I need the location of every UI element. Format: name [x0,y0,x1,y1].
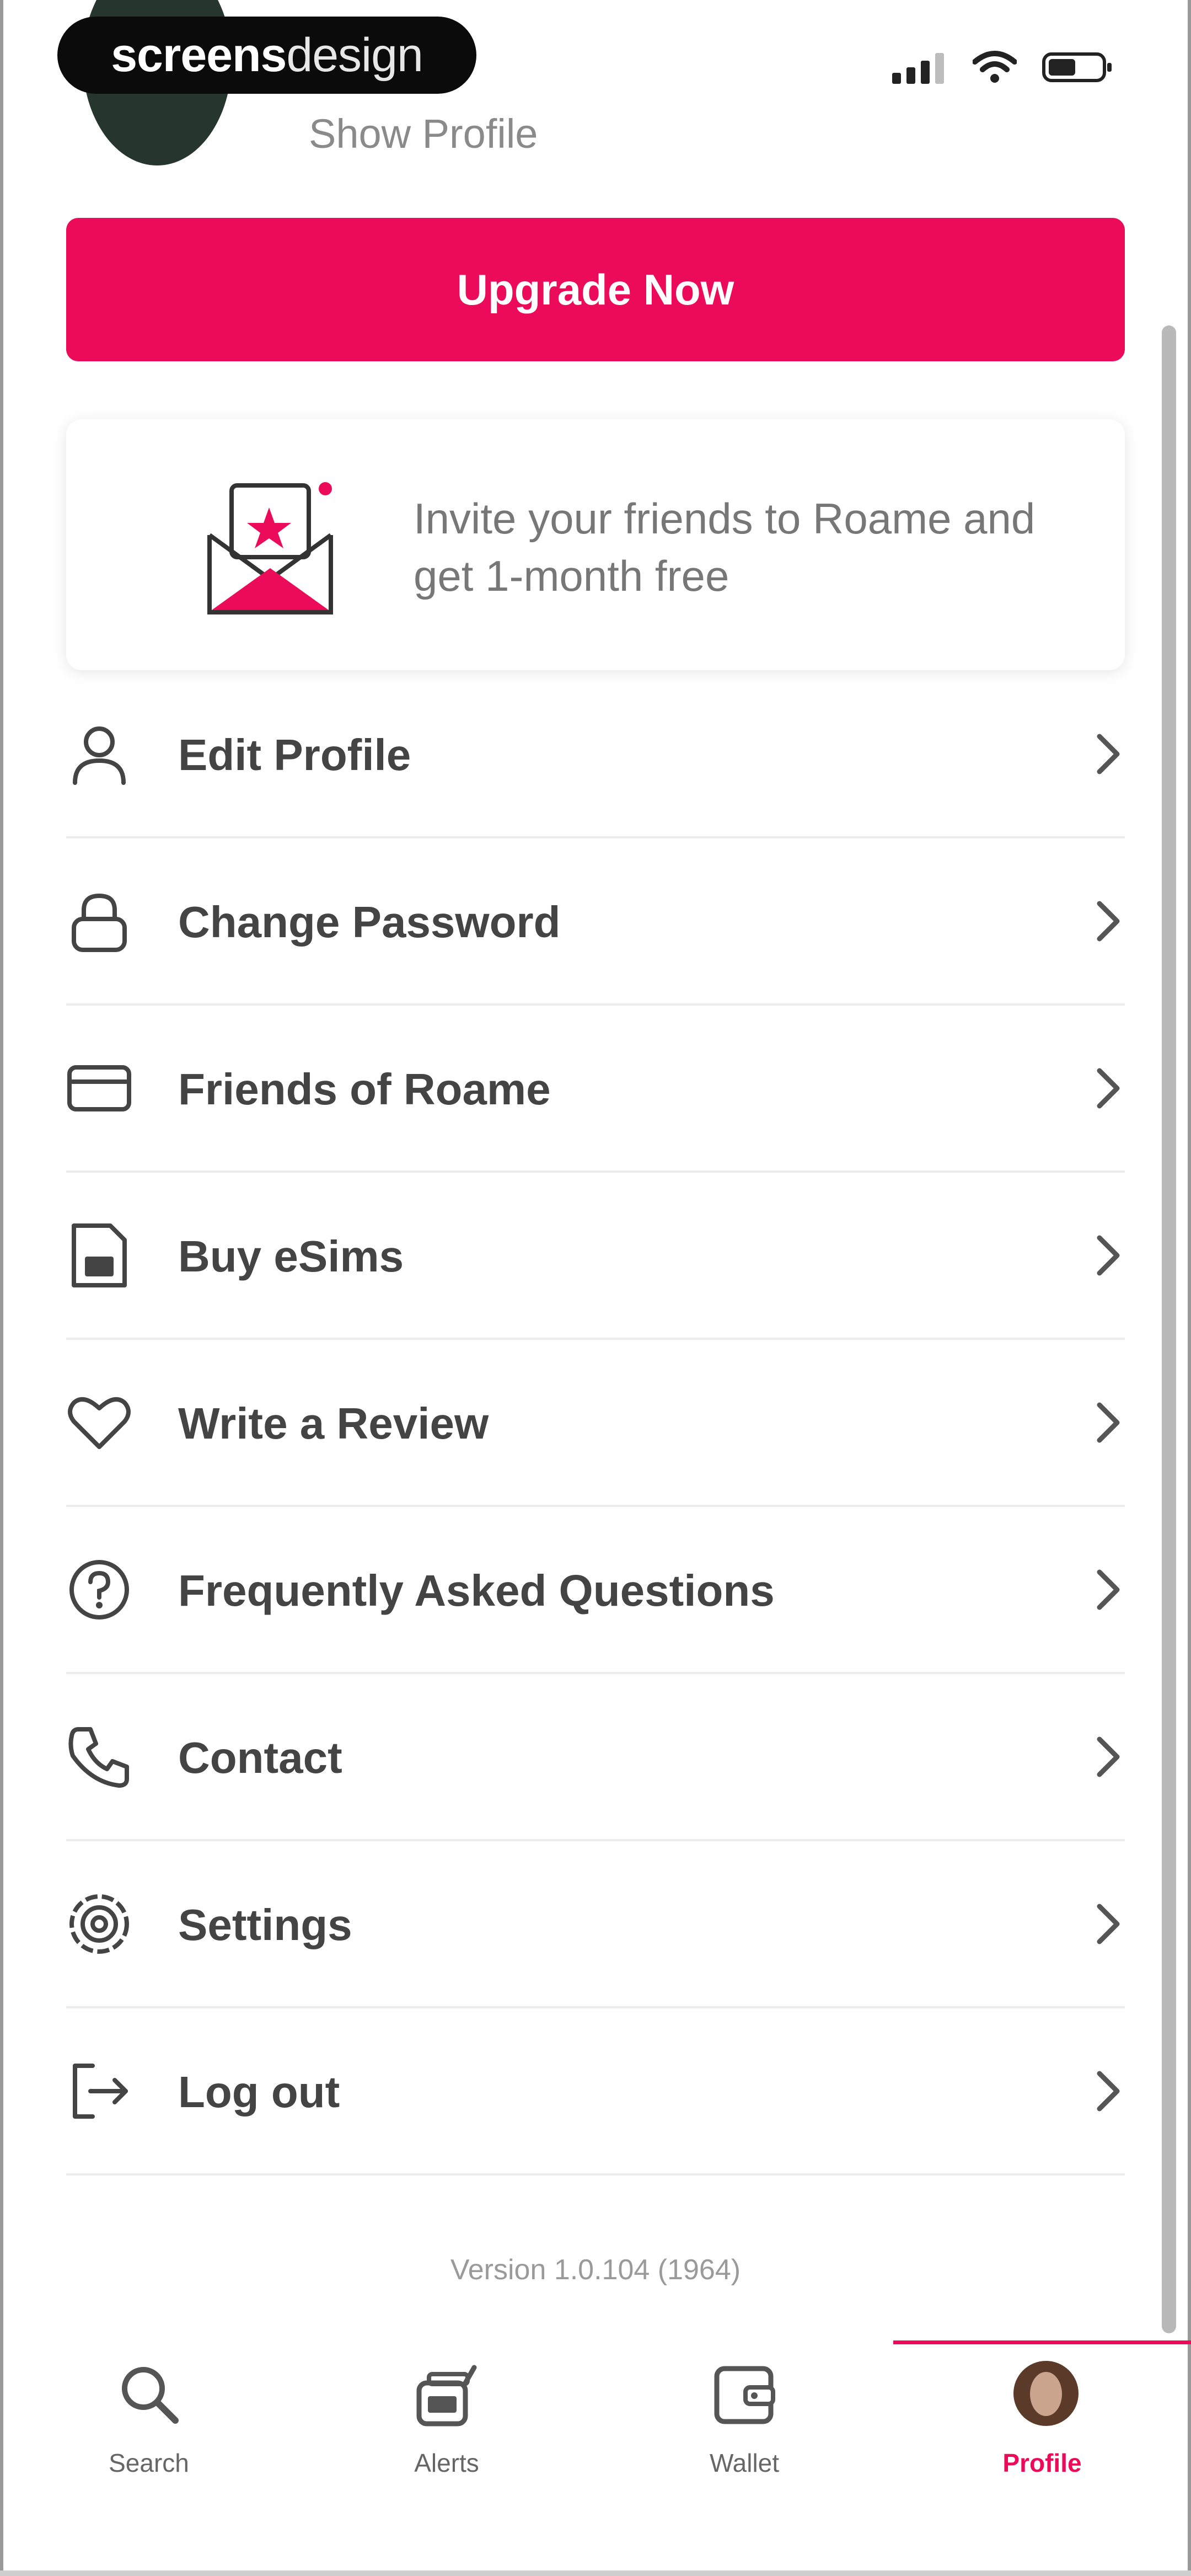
tab-label: Wallet [709,2449,780,2477]
show-profile-link[interactable]: Show Profile [309,110,538,157]
menu-item-faq[interactable]: Frequently Asked Questions [66,1507,1125,1674]
tab-wallet[interactable]: Wallet [656,2344,833,2526]
phone-icon [68,1727,129,1788]
tab-label: Alerts [414,2449,479,2477]
menu-item-label: Contact [178,1733,342,1782]
alerts-icon [416,2365,477,2427]
tab-search[interactable]: Search [61,2344,237,2526]
invite-text: Invite your friends to Roame and get 1-m… [414,494,1036,600]
menu-item-label: Change Password [178,897,561,947]
watermark-light: design [286,28,423,82]
battery-icon [1042,52,1112,82]
chevron-right-icon [1097,901,1120,942]
menu-item-contact[interactable]: Contact [66,1674,1125,1841]
menu-item-write-review[interactable]: Write a Review [66,1340,1125,1507]
watermark-bold: screens [111,28,287,82]
upgrade-now-button[interactable]: Upgrade Now [66,218,1125,361]
menu-item-change-password[interactable]: Change Password [66,838,1125,1006]
menu-item-label: Buy eSims [178,1232,404,1281]
tab-label: Search [109,2449,189,2477]
profile-menu: Edit Profile Change Password Friends of … [66,671,1125,2176]
search-icon [122,2367,179,2424]
user-icon [73,726,126,785]
signal-icon [892,53,944,84]
envelope-star-icon [207,482,333,614]
chevron-right-icon [1097,2071,1120,2112]
chevron-right-icon [1097,1235,1120,1276]
chevron-right-icon [1097,1068,1120,1109]
menu-item-log-out[interactable]: Log out [66,2008,1125,2176]
wifi-icon [973,51,1017,83]
chevron-right-icon [1097,1736,1120,1777]
menu-item-edit-profile[interactable]: Edit Profile [66,671,1125,838]
menu-item-settings[interactable]: Settings [66,1841,1125,2008]
tab-label: Profile [1002,2449,1082,2477]
heart-icon [68,1397,131,1449]
avatar [1013,2361,1079,2426]
question-circle-icon [69,1560,129,1620]
tab-bar: Search Alerts Wallet Profile [0,2344,1191,2576]
invite-friends-card[interactable]: Invite your friends to Roame and get 1-m… [66,419,1125,670]
card-icon [67,1065,131,1111]
sim-card-icon [72,1223,127,1287]
logout-icon [73,2064,128,2119]
chevron-right-icon [1097,734,1120,774]
status-bar [892,51,1114,84]
chevron-right-icon [1097,1904,1120,1944]
app-version: Version 1.0.104 (1964) [450,2254,741,2286]
device-frame-left [0,0,3,2576]
menu-item-label: Settings [178,1900,352,1949]
menu-item-buy-esims[interactable]: Buy eSims [66,1173,1125,1340]
menu-item-label: Frequently Asked Questions [178,1566,775,1615]
lock-icon [72,893,127,952]
tab-alerts[interactable]: Alerts [358,2344,535,2526]
gear-icon [69,1894,129,1954]
watermark-logo: screens design [57,17,476,94]
menu-item-label: Friends of Roame [178,1065,551,1114]
device-frame-right [1188,0,1191,2576]
tab-profile[interactable]: Profile [954,2344,1130,2526]
wallet-icon [714,2366,775,2424]
scrollbar[interactable] [1162,325,1176,2333]
menu-item-friends-of-roame[interactable]: Friends of Roame [66,1006,1125,1173]
menu-item-label: Edit Profile [178,730,411,779]
menu-item-label: Write a Review [178,1399,489,1448]
menu-item-label: Log out [178,2067,340,2117]
chevron-right-icon [1097,1402,1120,1443]
chevron-right-icon [1097,1569,1120,1610]
active-tab-indicator [893,2340,1191,2344]
